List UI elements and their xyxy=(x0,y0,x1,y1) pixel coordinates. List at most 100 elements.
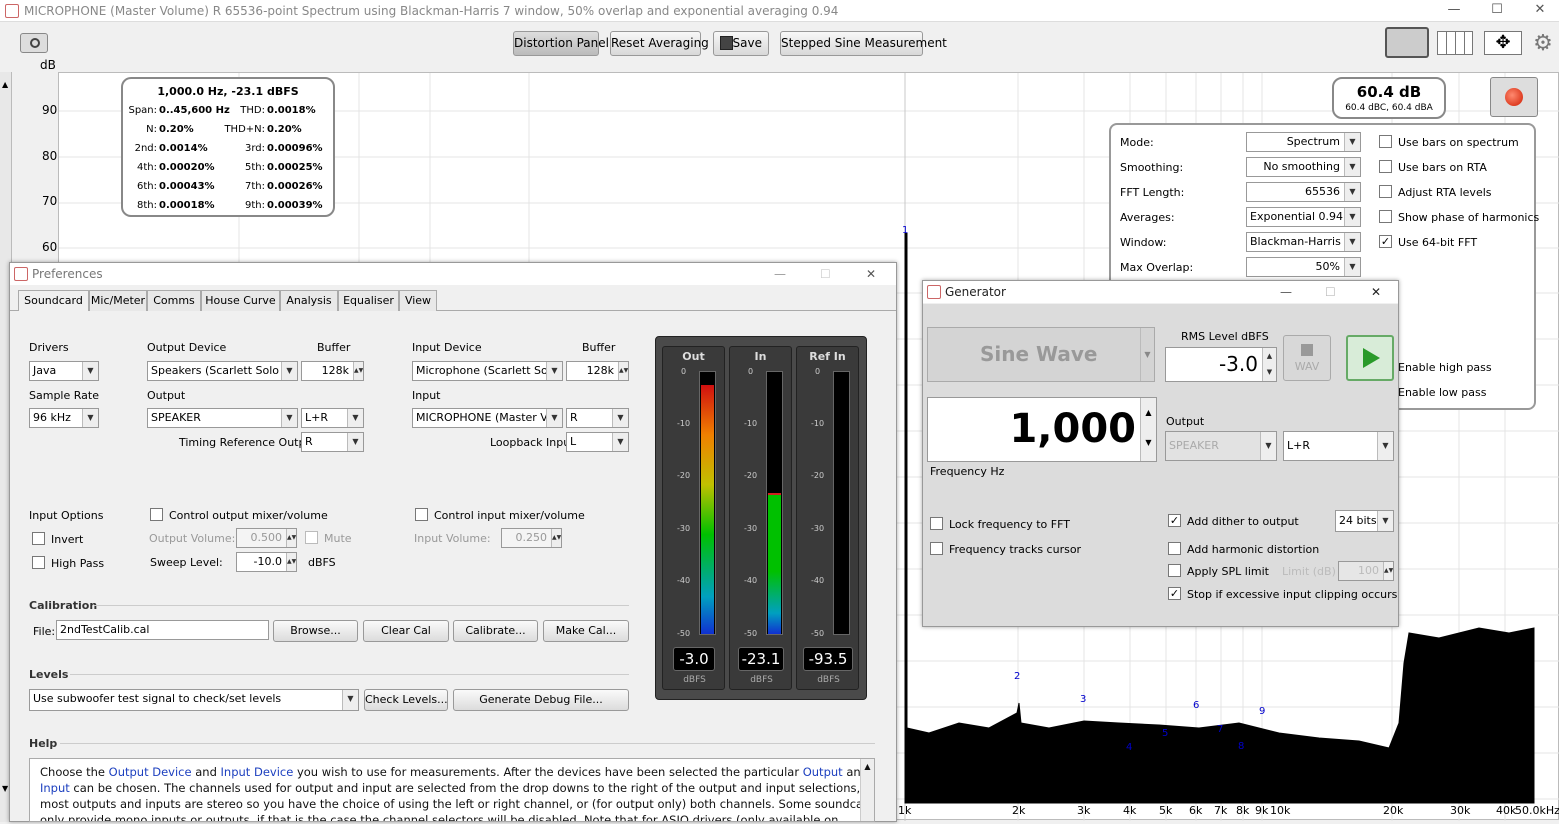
timing-ref-select[interactable]: R ▼ xyxy=(301,432,364,452)
bars-spectrum-checkbox[interactable] xyxy=(1379,135,1392,148)
tab-equaliser[interactable]: Equaliser xyxy=(338,290,399,311)
distortion-row: 6th: 0.00043% 7th: 0.00026% xyxy=(127,181,331,200)
input-volume-spinner[interactable]: 0.250 ▲▼ xyxy=(501,528,562,548)
tab-soundcard[interactable]: Soundcard xyxy=(18,290,89,311)
add-harm-checkbox[interactable] xyxy=(1168,542,1181,555)
minimize-button[interactable]: — xyxy=(1280,281,1292,303)
input-device-select[interactable]: Microphone (Scarlett Sol... ▼ xyxy=(412,361,563,381)
lock-freq-checkbox[interactable] xyxy=(930,517,943,530)
wav-button[interactable]: WAV xyxy=(1283,335,1331,381)
output-channel-select[interactable]: L+R ▼ xyxy=(301,408,364,428)
dist-label: 8th: xyxy=(137,200,157,211)
maximize-button[interactable]: ☐ xyxy=(1489,2,1505,18)
drivers-select[interactable]: Java ▼ xyxy=(29,361,99,381)
tab-view[interactable]: View xyxy=(399,290,437,311)
dist-value: 0..45,600 Hz xyxy=(159,105,230,116)
meter-tick: 0 xyxy=(815,367,821,376)
levels-select[interactable]: Use subwoofer test signal to check/set l… xyxy=(29,689,359,711)
mode-label: Mode: xyxy=(1120,136,1154,149)
signal-select[interactable]: Sine Wave ▼ xyxy=(927,327,1155,382)
stepped-sine-button[interactable]: Stepped Sine Measurement xyxy=(780,31,947,56)
averages-select[interactable]: Exponential 0.94 ▼ xyxy=(1246,207,1361,227)
rms-value: -3.0 xyxy=(1218,352,1258,376)
expand-arrows-icon[interactable]: ✥ xyxy=(1484,31,1522,55)
record-button[interactable] xyxy=(1490,77,1538,117)
output-device-select[interactable]: Speakers (Scarlett Solo ... ▼ xyxy=(147,361,298,381)
limit-spinner[interactable]: 100 ▲▼ xyxy=(1338,561,1394,581)
freq-tracks-checkbox[interactable] xyxy=(930,542,943,555)
close-button[interactable]: ✕ xyxy=(1371,281,1381,303)
close-button[interactable]: ✕ xyxy=(1532,2,1548,18)
mute-checkbox[interactable] xyxy=(305,531,318,544)
timing-ref-label: Timing Reference Output xyxy=(179,436,317,449)
cal-file-field[interactable]: 2ndTestCalib.cal xyxy=(56,620,269,640)
sweep-level-spinner[interactable]: -10.0 ▲▼ xyxy=(236,552,297,572)
make-cal-button[interactable]: Make Cal... xyxy=(543,620,629,642)
wav-label: WAV xyxy=(1294,360,1320,373)
clear-cal-button[interactable]: Clear Cal xyxy=(363,620,449,642)
sample-rate-select[interactable]: 96 kHz ▼ xyxy=(29,408,99,428)
columns-icon[interactable] xyxy=(1437,31,1473,55)
preferences-titlebar: Preferences — ☐ ✕ xyxy=(10,263,896,285)
smoothing-select[interactable]: No smoothing ▼ xyxy=(1246,157,1361,177)
ctrl-in-mixer-checkbox[interactable] xyxy=(415,508,428,521)
calibrate-button[interactable]: Calibrate... xyxy=(453,620,538,642)
save-button[interactable]: Save xyxy=(713,31,769,56)
apply-spl-checkbox[interactable] xyxy=(1168,564,1181,577)
in-meter-unit: dBFS xyxy=(750,675,773,685)
frequency-label: Frequency Hz xyxy=(930,465,1005,478)
input-channel-select[interactable]: R ▼ xyxy=(566,408,629,428)
frequency-spinner[interactable]: 1,000 ▲ ▼ xyxy=(927,397,1157,462)
maximize-button[interactable]: ☐ xyxy=(820,263,831,285)
bits-select[interactable]: 24 bits ▼ xyxy=(1335,510,1394,532)
close-button[interactable]: ✕ xyxy=(866,263,876,285)
mode-select[interactable]: Spectrum ▼ xyxy=(1246,132,1361,152)
debug-file-button[interactable]: Generate Debug File... xyxy=(453,689,629,711)
tab-house-curve[interactable]: House Curve xyxy=(201,290,280,311)
show-phase-checkbox[interactable] xyxy=(1379,210,1392,223)
in-buffer-spinner[interactable]: 128k ▲▼ xyxy=(566,361,629,381)
fft-length-select[interactable]: 65536 ▼ xyxy=(1246,182,1361,202)
chevron-down-icon: ▼ xyxy=(1260,432,1276,460)
out-meter-unit: dBFS xyxy=(683,675,706,685)
invert-checkbox[interactable] xyxy=(32,532,45,545)
reset-averaging-button[interactable]: Reset Averaging xyxy=(610,31,709,56)
camera-icon[interactable] xyxy=(20,33,48,53)
bars-rta-checkbox[interactable] xyxy=(1379,160,1392,173)
rms-spinner[interactable]: -3.0 ▲ ▼ xyxy=(1165,347,1277,382)
chevron-down-icon: ▼ xyxy=(1344,158,1360,176)
calibration-label: Calibration xyxy=(29,599,98,612)
window-label: Window: xyxy=(1120,236,1167,249)
dist-label: 5th: xyxy=(245,162,265,173)
browse-button[interactable]: Browse... xyxy=(273,620,358,642)
use64-checkbox[interactable]: ✓ xyxy=(1379,235,1392,248)
gen-channel-select[interactable]: L+R ▼ xyxy=(1283,431,1394,461)
help-scrollbar[interactable]: ▲ xyxy=(860,759,874,821)
add-dither-checkbox[interactable]: ✓ xyxy=(1168,514,1181,527)
tab-comms[interactable]: Comms xyxy=(147,290,201,311)
out-buffer-spinner[interactable]: 128k ▲▼ xyxy=(301,361,364,381)
gear-icon[interactable]: ⚙ xyxy=(1530,31,1556,57)
distortion-panel-button[interactable]: Distortion Panel xyxy=(513,31,609,56)
play-button[interactable] xyxy=(1346,335,1394,381)
loopback-select[interactable]: L ▼ xyxy=(566,432,629,452)
ctrl-out-mixer-label: Control output mixer/volume xyxy=(169,509,328,522)
tab-analysis[interactable]: Analysis xyxy=(280,290,338,311)
output-volume-spinner[interactable]: 0.500 ▲▼ xyxy=(236,528,297,548)
input-select[interactable]: MICROPHONE (Master V... ▼ xyxy=(412,408,563,428)
tab-mic-meter[interactable]: Mic/Meter xyxy=(89,290,147,311)
ref-in-meter-value: -93.5 xyxy=(803,647,853,671)
minimize-button[interactable]: — xyxy=(774,263,786,285)
check-levels-button[interactable]: Check Levels... xyxy=(364,689,448,711)
output-select[interactable]: SPEAKER ▼ xyxy=(147,408,298,428)
high-pass-checkbox[interactable] xyxy=(32,556,45,569)
minimize-button[interactable]: — xyxy=(1446,2,1462,18)
maximize-button[interactable]: ☐ xyxy=(1325,281,1336,303)
stop-clip-checkbox[interactable]: ✓ xyxy=(1168,587,1181,600)
ctrl-out-mixer-checkbox[interactable] xyxy=(150,508,163,521)
layout-graph-icon[interactable] xyxy=(1385,27,1429,58)
adjust-rta-checkbox[interactable] xyxy=(1379,185,1392,198)
gen-output-select[interactable]: SPEAKER ▼ xyxy=(1165,431,1277,461)
overlap-select[interactable]: 50% ▼ xyxy=(1246,257,1361,277)
window-select[interactable]: Blackman-Harris 7 ▼ xyxy=(1246,232,1361,252)
